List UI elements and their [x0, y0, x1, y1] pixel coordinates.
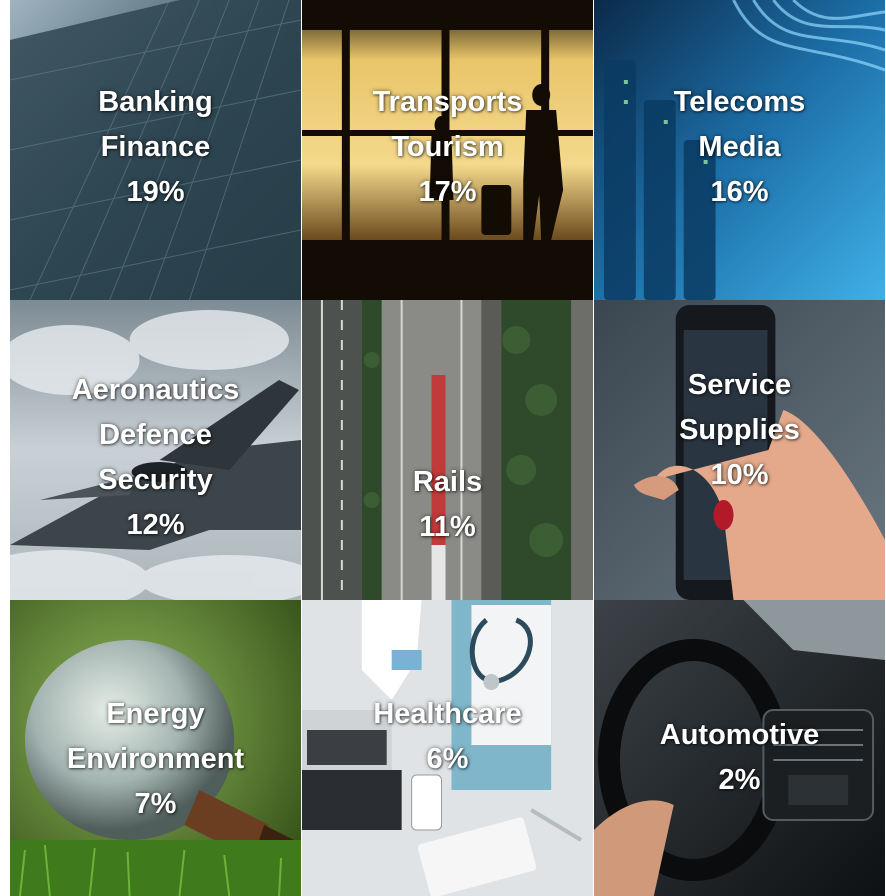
sector-percent: 17% [418, 176, 477, 208]
sector-name-line-1: Healthcare [373, 698, 522, 730]
sector-name-line-1: Telecoms [673, 86, 806, 118]
tile-automotive: Automotive 2% [594, 600, 886, 896]
tile-label: Automotive 2% [594, 713, 885, 803]
sector-name-line-1: Energy [106, 698, 205, 730]
sector-percent: 12% [126, 509, 185, 541]
sector-percent: 10% [710, 459, 769, 491]
tile-label: Transports Tourism 17% [302, 80, 593, 215]
sector-percent: 16% [710, 176, 769, 208]
tile-banking-finance: Banking Finance 19% [10, 0, 302, 300]
sector-name-line-2: Media [698, 131, 781, 163]
tile-label: Service Supplies 10% [594, 363, 885, 498]
sector-name-line-1: Automotive [659, 719, 820, 751]
sector-grid: Banking Finance 19% Transports Tourism 1… [10, 0, 886, 896]
sector-name-line-2: Tourism [391, 131, 504, 163]
tile-energy-environment: Energy Environment 7% [10, 600, 302, 896]
sector-name-line-1: Banking [98, 86, 213, 118]
sector-name-line-2: Environment [66, 743, 245, 775]
tile-service-supplies: Service Supplies 10% [594, 300, 886, 600]
sector-name-line-2: Finance [100, 131, 211, 163]
tile-label: Telecoms Media 16% [594, 80, 885, 215]
sector-percent: 6% [426, 743, 469, 775]
tile-label: Healthcare 6% [302, 692, 593, 782]
tile-transports-tourism: Transports Tourism 17% [302, 0, 594, 300]
sector-name-line-1: Rails [412, 466, 483, 498]
tile-label: Rails 11% [302, 460, 593, 550]
tile-aeronautics-defence-security: Aeronautics Defence Security 12% [10, 300, 302, 600]
tile-rails: Rails 11% [302, 300, 594, 600]
sector-name-line-1: Aeronautics [71, 374, 240, 406]
tile-healthcare: Healthcare 6% [302, 600, 594, 896]
tile-label: Energy Environment 7% [10, 692, 301, 827]
train-aerial-image [302, 300, 593, 600]
sector-name-line-2: Defence [99, 419, 212, 451]
sector-name-line-3: Security [98, 464, 213, 496]
tile-label: Banking Finance 19% [10, 80, 301, 215]
sector-name-line-2: Supplies [679, 414, 800, 446]
sector-percent: 19% [126, 176, 185, 208]
tile-label: Aeronautics Defence Security 12% [10, 368, 301, 548]
sector-percent: 7% [134, 788, 177, 820]
tile-telecoms-media: Telecoms Media 16% [594, 0, 886, 300]
sector-name-line-1: Transports [372, 86, 523, 118]
sector-percent: 11% [419, 511, 476, 543]
sector-name-line-1: Service [687, 369, 792, 401]
sector-percent: 2% [718, 764, 761, 796]
